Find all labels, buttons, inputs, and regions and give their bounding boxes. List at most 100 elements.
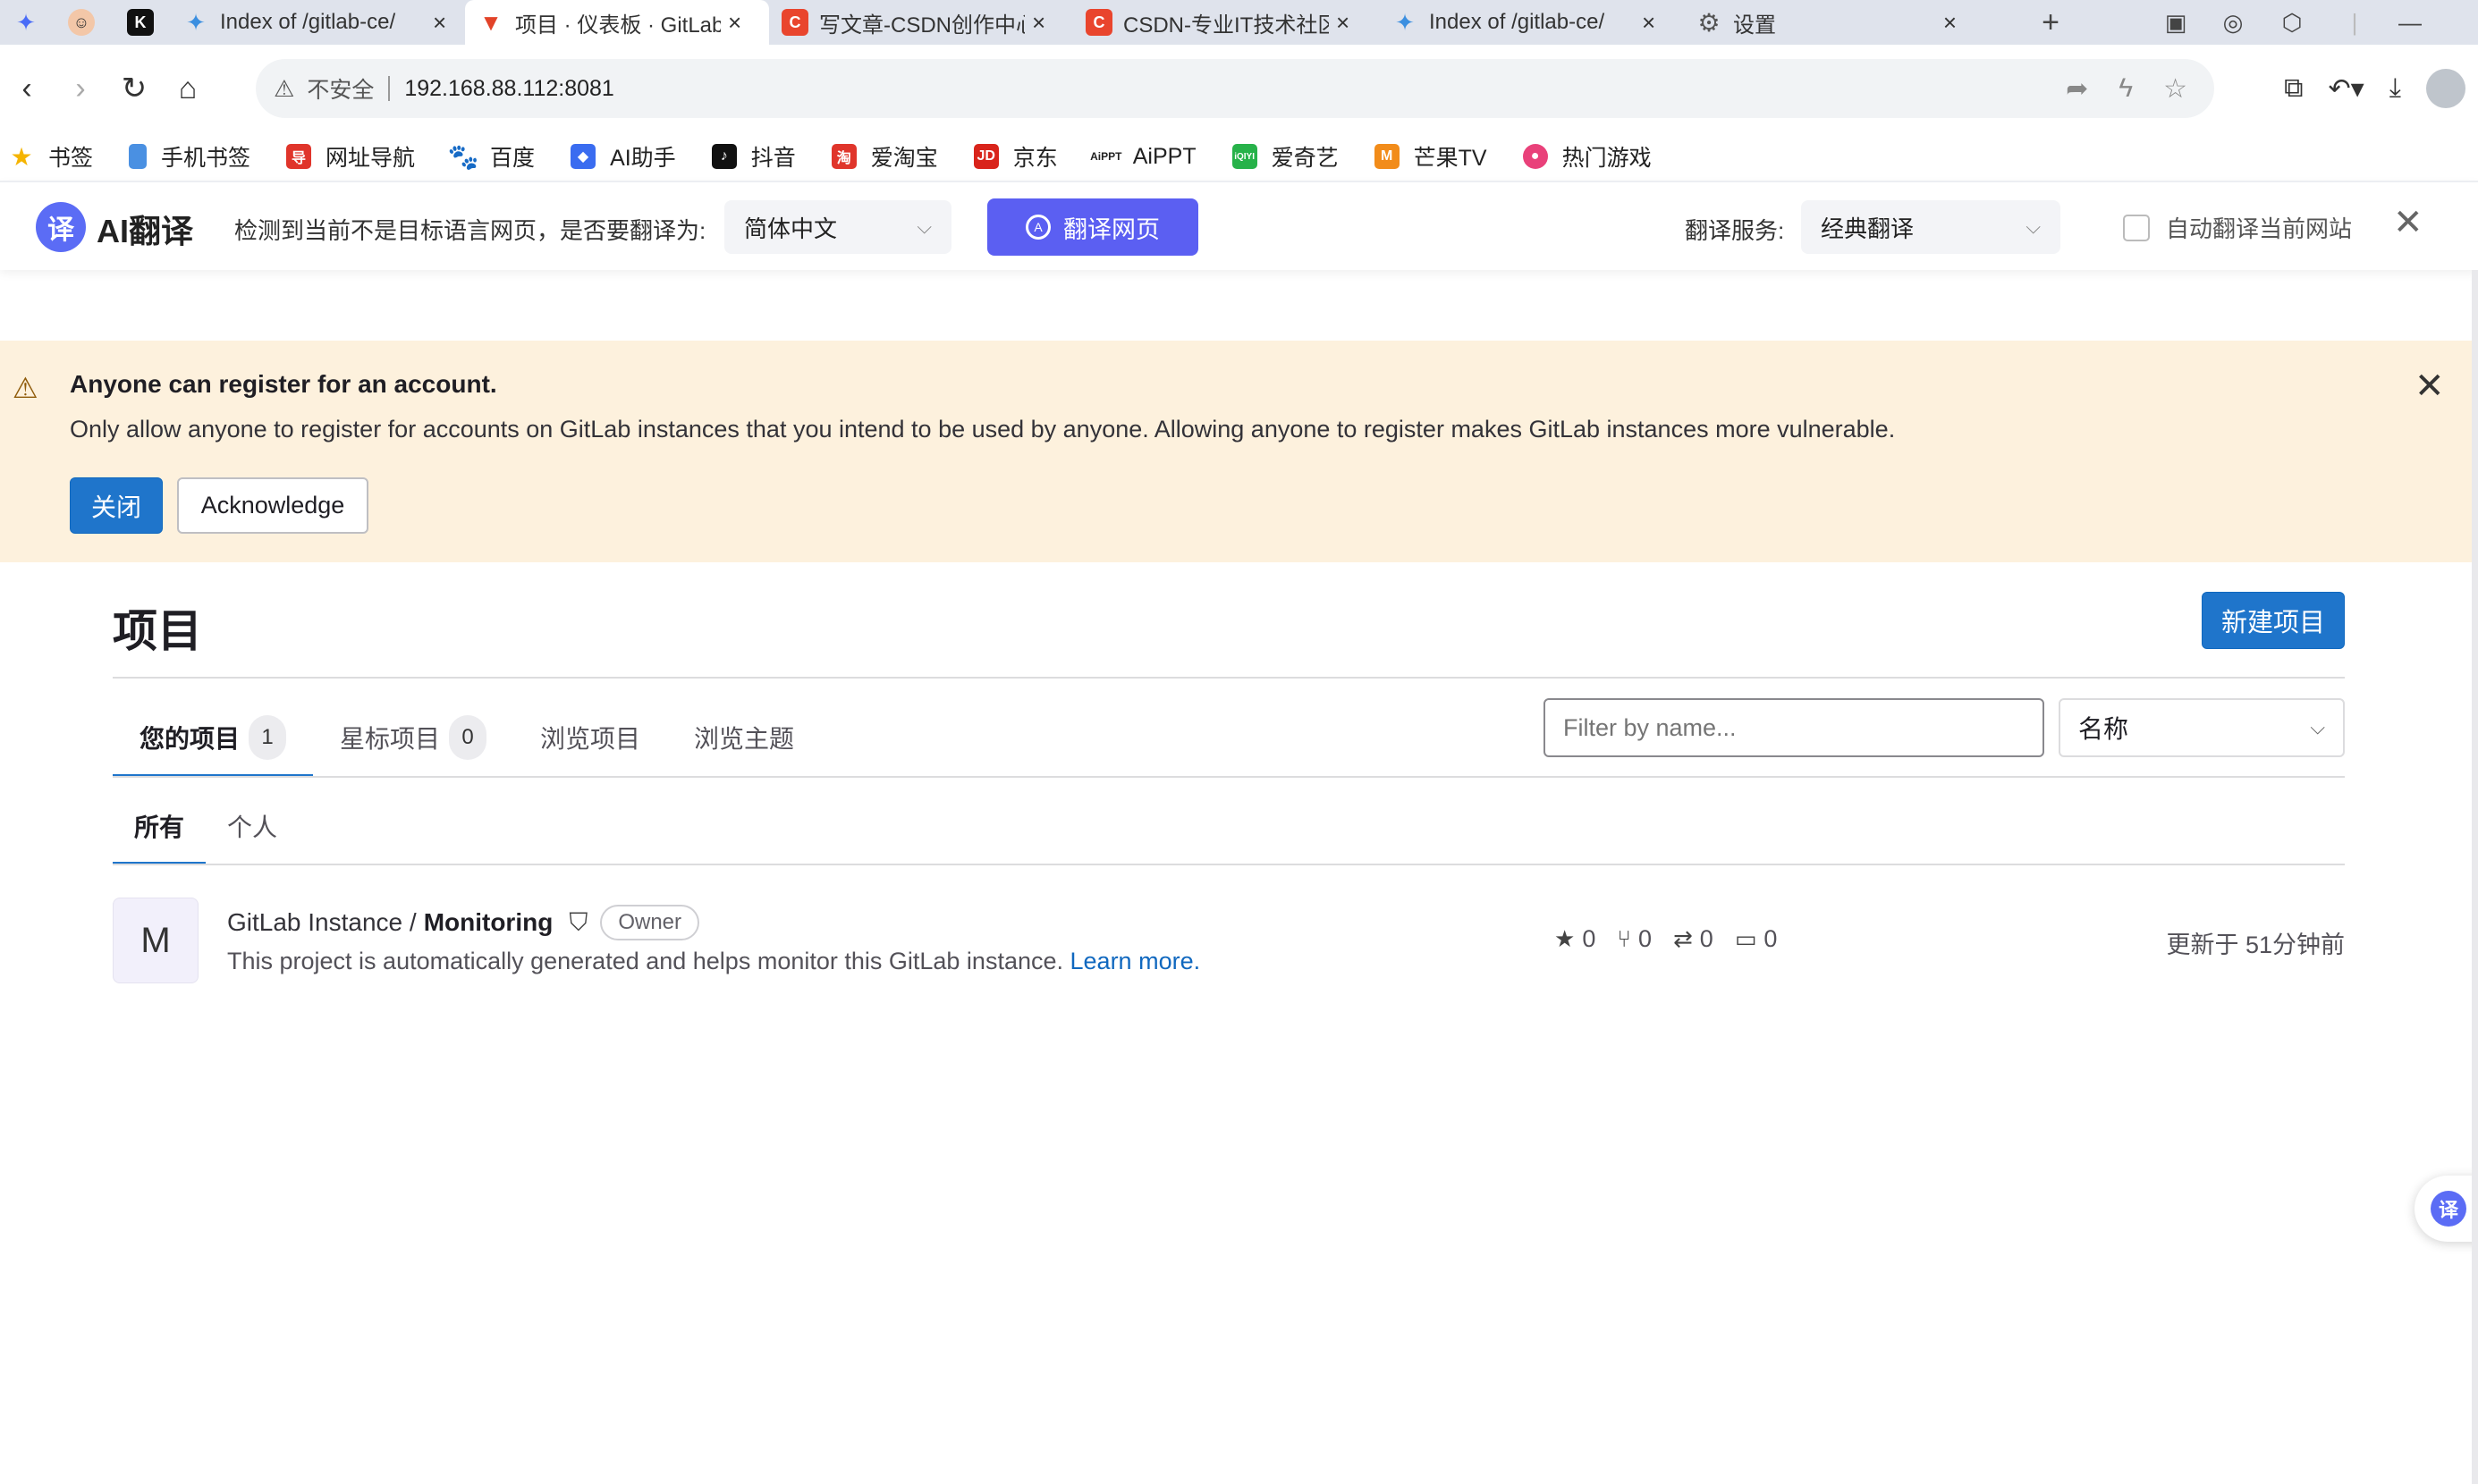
close-icon[interactable]: × [1336, 9, 1349, 37]
project-avatar[interactable]: M [113, 898, 199, 983]
extension-icon[interactable]: ⬡ [2271, 0, 2313, 45]
close-icon[interactable]: ✕ [2415, 366, 2445, 407]
browser-window: ✦ ☺ K ✦ Index of /gitlab-ce/ × ▼ 项目 · 仪表… [0, 0, 2478, 1484]
new-tab-icon[interactable]: + [2030, 0, 2071, 45]
avatar-icon: ☺ [68, 9, 95, 36]
taobao-icon: 淘 [831, 144, 857, 169]
phone-icon [129, 144, 148, 169]
close-icon[interactable]: × [1943, 9, 1957, 37]
tab-pinned-1[interactable]: ✦ [0, 0, 55, 45]
close-icon[interactable]: × [728, 9, 741, 37]
tab-your-projects[interactable]: 您的项目 1 [113, 697, 314, 778]
bookmark-star-icon[interactable]: ☆ [2163, 73, 2187, 105]
floating-translate-widget[interactable]: 译 [2415, 1176, 2478, 1242]
bookmark-item[interactable]: JD 京东 [973, 140, 1058, 173]
bookmark-item[interactable]: 淘爱淘宝 [831, 140, 938, 173]
back-icon[interactable]: ‹ [0, 62, 54, 115]
extensions-icon[interactable]: ⧉ [2284, 73, 2303, 104]
tab-strip: ✦ ☺ K ✦ Index of /gitlab-ce/ × ▼ 项目 · 仪表… [0, 0, 2478, 45]
bookmark-item[interactable]: 导网址导航 [286, 140, 415, 173]
tab-explore-topics[interactable]: 浏览主题 [667, 697, 821, 778]
filter-by-name-input[interactable] [1543, 698, 2044, 757]
auto-translate-toggle[interactable]: 自动翻译当前网站 [2123, 211, 2352, 244]
lightning-icon[interactable]: ϟ [2119, 73, 2133, 104]
bookmark-item[interactable]: ● 热门游戏 [1522, 140, 1652, 173]
auto-translate-checkbox[interactable] [2123, 214, 2150, 241]
role-badge: Owner [600, 905, 700, 940]
merge-requests-stat[interactable]: ⇄ 0 [1673, 925, 1713, 953]
tab-gitlab-projects[interactable]: ▼ 项目 · 仪表板 · GitLab × [465, 0, 769, 45]
address-bar[interactable]: ⚠ 不安全 192.168.88.112:8081 ➦ ϟ ☆ [256, 59, 2214, 118]
star-icon: ★ [1554, 925, 1576, 952]
divider [113, 776, 2345, 778]
auto-translate-label: 自动翻译当前网站 [2166, 215, 2353, 242]
profile-avatar[interactable] [2426, 69, 2465, 108]
bookmark-label: 抖音 [750, 146, 796, 171]
translate-page-button[interactable]: A 翻译网页 [987, 198, 1198, 256]
bookmark-label: 网址导航 [326, 146, 416, 171]
tab-explore-projects[interactable]: 浏览项目 [513, 697, 667, 778]
tab-all[interactable]: 所有 [113, 787, 207, 865]
bird-icon: ✦ [1395, 8, 1415, 36]
project-namespace[interactable]: GitLab Instance / [227, 908, 417, 937]
tab-csdn-write[interactable]: C 写文章-CSDN创作中心 × [769, 0, 1073, 45]
bookmark-item[interactable]: 手机书签 [129, 140, 250, 173]
tab-pinned-3[interactable]: K [114, 0, 170, 45]
scope-tabs: 所有 个人 [113, 787, 299, 865]
tab-personal[interactable]: 个人 [206, 787, 299, 865]
sort-select[interactable]: 名称 ⌵ [2059, 698, 2345, 757]
bookmark-item[interactable]: AiPPT AiPPT [1090, 144, 1197, 170]
tab-starred-projects[interactable]: 星标项目 0 [313, 697, 513, 778]
tab-index-gitlab-2[interactable]: ✦ Index of /gitlab-ce/ × [1379, 0, 1683, 45]
close-icon[interactable]: × [1032, 9, 1045, 37]
shield-icon: ⛉ [569, 907, 588, 936]
project-title[interactable]: GitLab Instance / Monitoring ⛉ Owner [227, 905, 700, 940]
bookmark-item[interactable]: iQIYI 爱奇艺 [1231, 140, 1339, 173]
stars-count: 0 [1582, 925, 1596, 952]
undo-icon[interactable]: ↶▾ [2329, 73, 2364, 105]
forks-stat[interactable]: ⑂ 0 [1617, 925, 1652, 953]
tab-index-gitlab-1[interactable]: ✦ Index of /gitlab-ce/ × [170, 0, 465, 45]
bookmark-item[interactable]: 🐾 百度 [447, 140, 535, 173]
tab-label: 浏览项目 [540, 725, 641, 753]
tab-pinned-2[interactable]: ☺ [55, 0, 114, 45]
tab-label: Index of /gitlab-ce/ [1429, 10, 1605, 34]
sidebar-icon[interactable]: ▣ [2155, 0, 2196, 45]
new-project-button[interactable]: 新建项目 [2202, 592, 2345, 649]
iqiyi-icon: iQIYI [1231, 144, 1257, 169]
minimize-icon[interactable]: — [2389, 0, 2431, 45]
issues-stat[interactable]: ▭ 0 [1735, 925, 1778, 953]
banner-close-button[interactable]: 关闭 [70, 477, 163, 534]
share-icon[interactable]: ➦ [2066, 73, 2088, 105]
forward-icon[interactable]: › [54, 62, 107, 115]
warning-icon: ⚠ [13, 372, 38, 404]
bookmark-label: AI助手 [610, 146, 676, 171]
stars-stat[interactable]: ★ 0 [1554, 925, 1595, 953]
close-icon[interactable]: ✕ [2393, 202, 2423, 243]
k-app-icon: K [127, 9, 154, 36]
divider [388, 76, 391, 101]
acknowledge-button[interactable]: Acknowledge [177, 477, 368, 534]
download-icon[interactable]: ⤓ [2389, 73, 2401, 104]
bookmark-item[interactable]: ◆ AI助手 [571, 140, 676, 173]
douyin-icon: ♪ [711, 144, 737, 169]
tab-settings[interactable]: ⚙ 设置 × [1683, 0, 1969, 45]
bookmark-item[interactable]: M 芒果TV [1374, 140, 1487, 173]
description-text: This project is automatically generated … [227, 948, 1063, 974]
bookmark-item[interactable]: ★ 书签 [9, 140, 93, 173]
target-language-select[interactable]: 简体中文 ⌵ [724, 200, 951, 254]
reload-icon[interactable]: ↻ [107, 62, 161, 115]
incognito-icon[interactable]: ◎ [2212, 0, 2254, 45]
forks-count: 0 [1637, 925, 1652, 952]
page-scrollbar[interactable] [2472, 270, 2478, 1484]
tab-csdn-home[interactable]: C CSDN-专业IT技术社区 × [1073, 0, 1379, 45]
learn-more-link[interactable]: Learn more. [1070, 948, 1201, 974]
project-name[interactable]: Monitoring [424, 908, 554, 937]
close-icon[interactable]: × [1642, 9, 1655, 37]
bookmark-item[interactable]: ♪ 抖音 [711, 140, 796, 173]
home-icon[interactable]: ⌂ [161, 62, 215, 115]
baidu-icon: 🐾 [447, 142, 479, 171]
url-text[interactable]: 192.168.88.112:8081 [404, 76, 614, 102]
close-icon[interactable]: × [433, 9, 446, 37]
service-select[interactable]: 经典翻译 ⌵ [1801, 200, 2060, 254]
